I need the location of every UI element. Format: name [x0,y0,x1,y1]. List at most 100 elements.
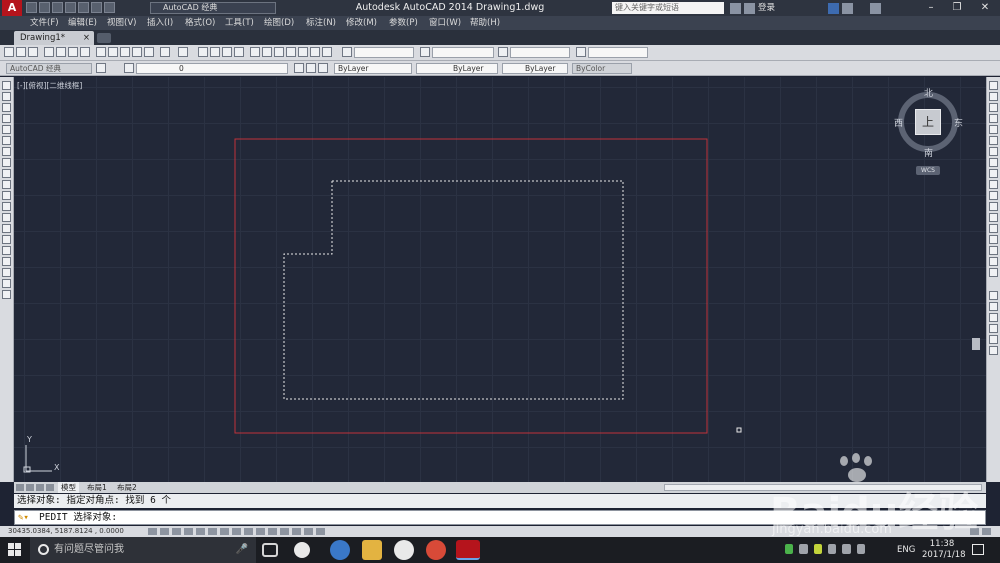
minimize-button[interactable]: – [918,0,944,16]
restore-button[interactable]: ❐ [944,0,970,16]
object-snap-icon[interactable] [208,528,217,535]
scale-icon[interactable] [989,158,998,167]
zoom-previous-icon[interactable] [234,47,244,57]
gradient-icon[interactable] [2,246,11,255]
region-icon[interactable] [2,257,11,266]
publish-icon[interactable] [68,47,78,57]
infer-constraints-icon[interactable] [148,528,157,535]
menu-parametric[interactable]: 参数(P) [389,16,418,30]
menu-file[interactable]: 文件(F) [30,16,59,30]
match-properties-icon[interactable] [132,47,142,57]
dim-style-icon[interactable] [420,47,430,57]
blend-curves-icon[interactable] [989,257,998,266]
clean-screen-icon[interactable] [970,528,979,535]
ellipse-icon[interactable] [2,180,11,189]
volume-icon[interactable] [856,544,865,554]
dim-style-combo[interactable] [432,47,494,58]
quickcalc-icon[interactable] [310,47,320,57]
redo-icon[interactable] [104,2,115,13]
task-view-icon[interactable] [262,543,278,557]
paste-icon[interactable] [120,47,130,57]
compass-south[interactable]: 南 [924,146,933,159]
polygon-icon[interactable] [2,114,11,123]
undo-icon[interactable] [160,47,170,57]
new-icon[interactable] [26,2,37,13]
microphone-icon[interactable]: 🎤 [236,537,248,563]
tab-drawing1[interactable]: Drawing1* × [14,31,94,45]
close-button[interactable]: ✕ [972,0,998,16]
drawing-area[interactable]: [-][俯视][二维线框] [14,77,986,482]
point-icon[interactable] [2,224,11,233]
menu-modify[interactable]: 修改(M) [346,16,377,30]
polyline-icon[interactable] [2,103,11,112]
compass-north[interactable]: 北 [924,86,933,99]
send-to-back-icon[interactable] [989,313,998,322]
tab-close-icon[interactable]: × [83,31,90,45]
help-icon[interactable] [870,2,882,14]
workspace-settings-icon[interactable] [96,63,106,73]
wifi-icon[interactable] [785,544,794,554]
open-icon[interactable] [16,47,26,57]
wcs-menu-button[interactable]: WCS [916,166,940,175]
copy-icon[interactable] [108,47,118,57]
save-as-icon[interactable] [65,2,76,13]
input-language[interactable]: ENG [897,537,915,563]
annotation-monitor-icon[interactable] [316,528,325,535]
a360-icon[interactable] [842,2,854,14]
zoom-realtime-icon[interactable] [210,47,220,57]
save-icon[interactable] [28,47,38,57]
previous-layout-icon[interactable] [26,484,34,491]
tab-layout2[interactable]: 布局2 [114,482,140,493]
menu-insert[interactable]: 插入(I) [147,16,173,30]
application-menu-button[interactable]: A [2,0,22,16]
lineweight-display-icon[interactable] [268,528,277,535]
zoom-window-icon[interactable] [222,47,232,57]
make-block-icon[interactable] [2,213,11,222]
next-layout-icon[interactable] [36,484,44,491]
chamfer-icon[interactable] [989,235,998,244]
command-line[interactable]: ✎▾ PEDIT 选择对象: [14,510,986,525]
break-icon[interactable] [989,213,998,222]
plotstyle-combo[interactable]: ByColor [572,63,632,74]
menu-dimension[interactable]: 标注(N) [306,16,336,30]
compass-west[interactable]: 西 [894,116,903,129]
mtext-icon[interactable] [2,279,11,288]
menu-format[interactable]: 格式(O) [185,16,215,30]
menu-help[interactable]: 帮助(H) [470,16,500,30]
3d-print-icon[interactable] [80,47,90,57]
table-icon[interactable] [2,268,11,277]
lineweight-combo[interactable]: ByLayer [502,63,568,74]
make-current-layer-icon[interactable] [294,63,304,73]
add-selected-icon[interactable] [2,290,11,299]
search-input[interactable]: 键入关键字或短语 [612,2,724,14]
send-under-icon[interactable] [989,335,998,344]
rectangle-icon[interactable] [2,125,11,134]
tab-layout1[interactable]: 布局1 [84,482,110,493]
sheet-set-icon[interactable] [286,47,296,57]
rotate-icon[interactable] [989,147,998,156]
network-icon[interactable] [842,544,851,554]
menu-draw[interactable]: 绘图(D) [264,16,294,30]
spline-icon[interactable] [2,169,11,178]
menu-edit[interactable]: 编辑(E) [68,16,97,30]
text-style-icon[interactable] [342,47,352,57]
tray-app3-icon[interactable] [827,544,837,554]
undo-icon[interactable] [91,2,102,13]
tray-app2-icon[interactable] [813,544,822,554]
chrome-icon[interactable] [426,540,446,560]
explode-icon[interactable] [989,268,998,277]
text-to-front-icon[interactable] [989,346,998,355]
last-layout-icon[interactable] [46,484,54,491]
array-icon[interactable] [989,125,998,134]
transparency-icon[interactable] [280,528,289,535]
arc-icon[interactable] [2,136,11,145]
user-icon[interactable] [744,2,755,14]
mirror-icon[interactable] [989,103,998,112]
selection-cycling-icon[interactable] [304,528,313,535]
windows-start-button[interactable] [8,543,22,557]
fillet-icon[interactable] [989,246,998,255]
preview-icon[interactable] [56,47,66,57]
linetype-combo[interactable]: ByLayer [416,63,498,74]
grid-display-icon[interactable] [172,528,181,535]
p-app-icon[interactable] [394,540,414,560]
